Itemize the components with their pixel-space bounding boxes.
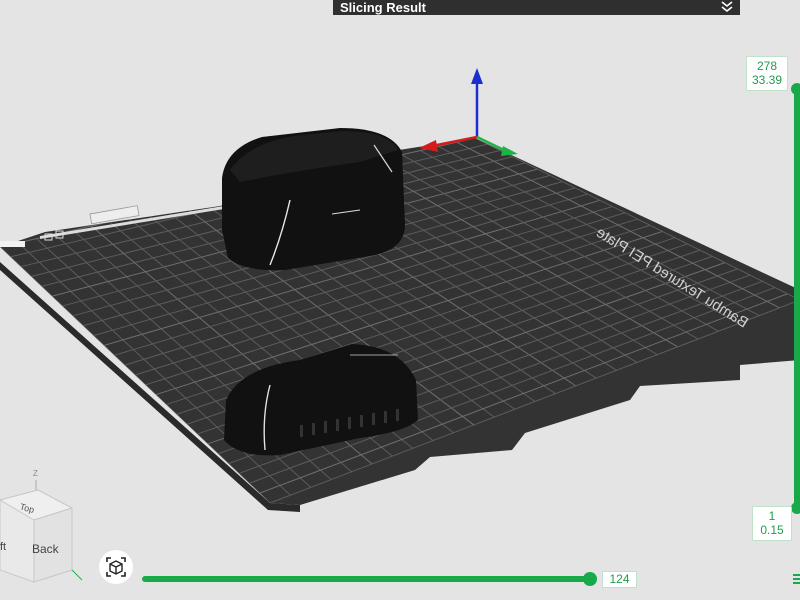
view-cube-button[interactable] xyxy=(99,550,133,584)
move-slider-value: 124 xyxy=(602,571,637,588)
layer-bottom-height: 0.15 xyxy=(760,523,784,537)
plate-label-tab xyxy=(0,241,25,247)
nav-cube-back-face[interactable]: Back xyxy=(32,542,60,556)
move-slider-handle[interactable] xyxy=(583,572,597,586)
view-cube-icon xyxy=(106,557,126,577)
layer-stack-icon[interactable] xyxy=(793,572,800,586)
layer-slider-top-handle[interactable] xyxy=(791,83,800,95)
model-upper[interactable] xyxy=(222,128,405,271)
move-slider-track[interactable] xyxy=(142,576,592,582)
layer-slider-bottom-handle[interactable] xyxy=(791,502,800,514)
chevron-double-down-icon[interactable] xyxy=(720,0,734,14)
layer-top-label: 278 33.39 xyxy=(746,56,788,91)
navigation-cube[interactable]: Top Back ft Z xyxy=(0,460,90,590)
3d-viewport[interactable]: Bambu Textured PEI Plate xyxy=(0,0,800,600)
layer-top-number: 278 xyxy=(756,59,778,73)
nav-cube-left-face[interactable]: ft xyxy=(0,541,6,553)
layer-top-height: 33.39 xyxy=(751,73,783,87)
nav-cube-z-label: Z xyxy=(33,469,38,478)
layer-bottom-number: 1 xyxy=(768,509,776,523)
slicing-result-title: Slicing Result xyxy=(340,0,426,15)
layer-bottom-label: 1 0.15 xyxy=(752,506,792,541)
layer-slider-track[interactable] xyxy=(794,88,800,508)
slicing-result-bar[interactable]: Slicing Result xyxy=(333,0,740,15)
